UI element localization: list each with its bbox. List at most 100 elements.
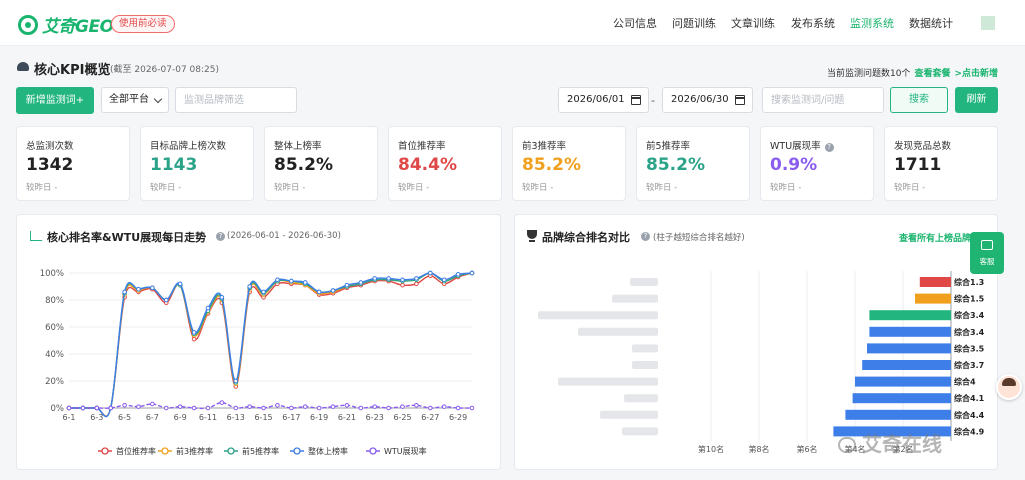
ranking-bar [862, 360, 951, 370]
nav-item-article-training[interactable]: 文章训练 [731, 15, 775, 31]
series-point [247, 284, 252, 289]
series-point [414, 276, 419, 281]
series-point [205, 305, 211, 311]
kpi-change: 较昨日 - [26, 183, 58, 193]
bar-value-label: 综合4.1 [954, 393, 985, 403]
series-point [136, 404, 141, 409]
kpi-value: 85.2% [522, 155, 581, 175]
series-line [69, 272, 473, 418]
start-date-input[interactable]: 2026/06/01 [558, 87, 649, 113]
kpi-value: 85.2% [646, 155, 705, 175]
series-line [69, 272, 473, 418]
calendar-icon [735, 95, 745, 105]
kpi-value: 0.9% [770, 155, 818, 175]
series-point [469, 270, 475, 276]
series-point [441, 277, 447, 283]
legend-marker [369, 447, 377, 455]
user-avatar[interactable] [981, 16, 995, 30]
legend-label: 首位推荐率 [116, 446, 156, 456]
logo[interactable]: 艾奇GEO [18, 12, 114, 37]
series-point [400, 282, 405, 288]
legend-label: WTU展现率 [384, 446, 427, 456]
x-tick-label: 6-1 [62, 413, 75, 422]
series-point [233, 405, 239, 411]
series-point [191, 336, 197, 342]
series-point [400, 404, 405, 409]
help-icon[interactable]: ? [824, 143, 834, 152]
series-point [344, 282, 350, 288]
legend-marker [101, 447, 109, 455]
x-tick-label: 6-11 [199, 413, 217, 422]
watermark-text: 艾奇在线 [862, 432, 942, 456]
series-point [414, 281, 419, 287]
view-plan-link[interactable]: 查看套餐 [914, 69, 950, 79]
ranking-bar [867, 343, 951, 354]
series-point [289, 278, 294, 284]
search-input[interactable] [762, 87, 884, 113]
date-separator: - [651, 94, 655, 107]
blurred-brand-name [600, 410, 658, 419]
add-monitor-word-button[interactable]: 新增监测词+ [16, 87, 94, 114]
nav-item-monitor-system[interactable]: 监测系统 [850, 15, 894, 31]
series-point [136, 286, 141, 292]
kpi-value: 1711 [894, 155, 942, 175]
y-tick-label: 20% [45, 377, 64, 387]
customer-service-button[interactable]: 客服 [970, 232, 1004, 274]
series-point [455, 405, 461, 411]
x-tick-label: 6-21 [338, 413, 356, 422]
series-point [205, 405, 211, 411]
kpi-label: 发现竞品总数 [894, 141, 952, 152]
ranking-bar [919, 277, 951, 287]
end-date-input[interactable]: 2026/06/30 [662, 87, 753, 113]
legend-label: 前3推荐率 [176, 446, 213, 456]
ranking-bar [845, 409, 951, 420]
x-tick-label: 6-27 [421, 413, 439, 422]
blurred-brand-name [578, 327, 658, 336]
ranking-bar [869, 326, 951, 337]
kpi-label: 首位推荐率 [398, 141, 446, 152]
series-point [108, 405, 113, 411]
bar-value-label: 综合1.3 [954, 277, 984, 287]
x-tick-label: 6-25 [393, 413, 411, 422]
x-tick-label: 6-5 [118, 413, 131, 422]
brand-filter-input[interactable] [175, 87, 297, 113]
blurred-brand-name [612, 294, 658, 303]
logo-icon [18, 14, 38, 35]
x-tick-label: 6-9 [174, 413, 187, 422]
x-tick-label: 第10名 [698, 444, 724, 454]
top-nav: 艾奇GEO 使用前必读 公司信息 问题训练 文章训练 发布系统 监测系统 数据统… [0, 0, 1025, 46]
nav-item-publish-system[interactable]: 发布系统 [791, 15, 835, 31]
series-point [122, 403, 127, 408]
legend-marker [227, 447, 235, 455]
nav-item-company-info[interactable]: 公司信息 [613, 15, 657, 31]
y-tick-label: 60% [45, 323, 64, 333]
bar-value-label: 综合4.4 [954, 410, 985, 420]
nav-item-data-stats[interactable]: 数据统计 [909, 15, 953, 31]
search-button[interactable]: 搜索 [890, 87, 948, 113]
series-point [163, 405, 169, 411]
series-point [386, 276, 391, 281]
platform-select[interactable]: 全部平台 [101, 87, 169, 113]
bar-value-label: 综合1.5 [954, 294, 985, 304]
legend-marker [161, 447, 169, 455]
nav-item-question-training[interactable]: 问题训练 [672, 15, 716, 31]
refresh-button[interactable]: 刷新 [955, 87, 998, 113]
kpi-value: 1342 [26, 155, 74, 175]
blurred-brand-name [624, 394, 658, 403]
monitor-quota-info: 当前监测问题数10个 查看套餐 >点击新增 [827, 66, 998, 79]
series-point [455, 272, 461, 277]
kpi-label: 整体上榜率 [274, 141, 322, 152]
series-point [261, 289, 266, 295]
series-point [247, 404, 252, 409]
series-point [94, 405, 100, 411]
series-point [428, 405, 433, 411]
kpi-label: 目标品牌上榜次数 [150, 141, 227, 152]
kpi-change: 较昨日 - [398, 183, 430, 193]
series-point [330, 288, 336, 293]
add-link[interactable]: >点击新增 [954, 69, 998, 79]
must-read-badge[interactable]: 使用前必读 [111, 15, 175, 33]
assistant-avatar[interactable] [996, 374, 1022, 400]
bar-value-label: 综合3.7 [954, 360, 984, 370]
ranking-bar [855, 376, 951, 387]
trend-panel: 核心排名率&WTU展现每日走势 ? (2026-06-01 - 2026-06-… [16, 214, 501, 470]
